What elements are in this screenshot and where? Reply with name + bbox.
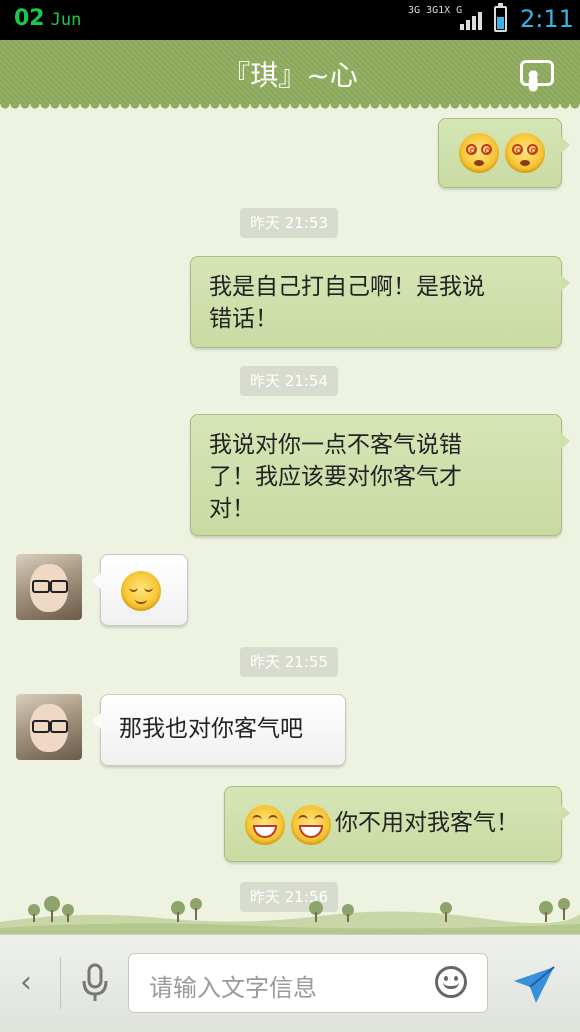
message-text: 我是自己打自己啊！是我说 <box>209 274 485 300</box>
microphone-icon[interactable] <box>82 963 108 1003</box>
dizzy-face-icon <box>505 133 545 173</box>
message-text: 了！我应该要对你客气才 <box>209 464 462 490</box>
divider <box>60 957 61 1009</box>
dizzy-face-icon <box>459 133 499 173</box>
status-date: 02 Jun <box>14 6 82 31</box>
relieved-face-icon <box>121 571 161 611</box>
message-incoming[interactable] <box>92 554 188 626</box>
chat-header: 『琪』~心 ● ● ● <box>0 40 580 112</box>
signal-icon <box>460 10 486 30</box>
chevron-left-icon[interactable]: ‹ <box>20 965 32 1000</box>
message-text: 你不用对我客气！ <box>335 810 519 836</box>
message-timestamp: 昨天 21:55 <box>240 647 338 677</box>
message-text: 那我也对你客气吧 <box>119 716 303 742</box>
message-timestamp: 昨天 21:54 <box>240 366 338 396</box>
grinning-squint-face-icon <box>245 805 285 845</box>
grinning-squint-face-icon <box>291 805 331 845</box>
more-icon[interactable]: ● ● ● <box>520 60 554 92</box>
message-input[interactable]: 请输入文字信息 <box>128 953 488 1013</box>
smiley-icon[interactable] <box>435 966 467 998</box>
send-icon[interactable] <box>512 965 556 1005</box>
decorative-landscape <box>0 896 580 936</box>
contact-avatar[interactable] <box>16 694 82 760</box>
message-text: 对！ <box>209 496 255 522</box>
input-bar: ‹ 请输入文字信息 <box>0 934 580 1032</box>
message-text: 错话！ <box>209 306 278 332</box>
status-time: 2:11 <box>520 5 574 33</box>
contact-avatar[interactable] <box>16 554 82 620</box>
message-outgoing[interactable] <box>438 118 570 188</box>
input-placeholder: 请输入文字信息 <box>149 974 317 1002</box>
message-outgoing[interactable]: 我是自己打自己啊！是我说 错话！ <box>190 256 570 348</box>
message-incoming[interactable]: 那我也对你客气吧 <box>92 694 346 766</box>
message-outgoing[interactable]: 你不用对我客气！ <box>224 786 570 862</box>
message-text: 我说对你一点不客气说错 <box>209 432 462 458</box>
message-list[interactable]: 昨天 21:53 我是自己打自己啊！是我说 错话！ 昨天 21:54 我说对你一… <box>0 104 580 934</box>
network-indicator: 3G 3G1X G <box>408 5 463 16</box>
message-outgoing[interactable]: 我说对你一点不客气说错 了！我应该要对你客气才 对！ <box>190 414 570 536</box>
message-timestamp: 昨天 21:53 <box>240 208 338 238</box>
status-bar: 02 Jun 3G 3G1X G 2:11 <box>0 0 580 40</box>
chat-title: 『琪』~心 <box>222 59 358 92</box>
battery-icon <box>494 3 507 32</box>
